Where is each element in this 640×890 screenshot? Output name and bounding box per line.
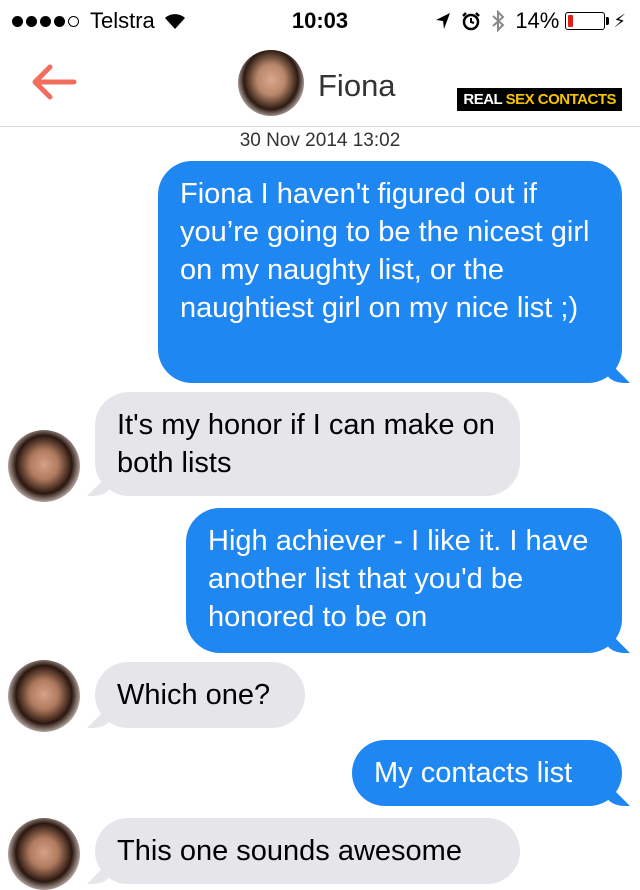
watermark-part1: REAL (463, 91, 506, 108)
bluetooth-icon (492, 10, 505, 32)
battery-percent: 14% (515, 8, 560, 33)
status-bar: Telstra 10:03 14% ⚡︎ (0, 0, 640, 40)
message-bubble-outgoing[interactable]: Fiona I haven't figured out if you’re go… (158, 161, 622, 383)
status-right: 14% ⚡︎ (435, 8, 626, 34)
alarm-icon (462, 12, 481, 31)
message-text: My contacts list (374, 757, 573, 789)
conversation-header: Fiona REAL SEX CONTACTS (0, 40, 640, 127)
battery-tip (606, 17, 610, 25)
message-bubble-outgoing[interactable]: High achiever - I like it. I have anothe… (186, 508, 622, 653)
contact-name[interactable]: Fiona (318, 68, 396, 104)
message-text: This one sounds awesome (117, 835, 462, 867)
message-bubble-outgoing[interactable]: My contacts list (352, 740, 622, 806)
location-arrow-icon (436, 13, 451, 29)
charging-bolt-icon: ⚡︎ (613, 10, 626, 31)
contact-avatar-small[interactable] (8, 430, 80, 502)
back-arrow-icon[interactable] (30, 60, 78, 104)
watermark-part2: SEX CONTACTS (505, 91, 617, 108)
conversation-timestamp: 30 Nov 2014 13:02 (239, 130, 401, 151)
message-bubble-incoming[interactable]: It's my honor if I can make on both list… (95, 392, 520, 496)
message-text: Which one? (117, 679, 271, 711)
message-bubble-incoming[interactable]: Which one? (95, 662, 305, 728)
contact-avatar[interactable] (238, 50, 304, 116)
message-text: Fiona I haven't figured out if you’re go… (180, 178, 590, 324)
contact-avatar-small[interactable] (8, 818, 80, 890)
message-text: It's my honor if I can make on both list… (117, 409, 495, 479)
contact-avatar-small[interactable] (8, 660, 80, 732)
message-bubble-incoming[interactable]: This one sounds awesome (95, 818, 520, 884)
watermark-logo: REAL SEX CONTACTS (457, 88, 622, 111)
battery-icon (565, 12, 606, 30)
message-text: High achiever - I like it. I have anothe… (208, 525, 589, 633)
